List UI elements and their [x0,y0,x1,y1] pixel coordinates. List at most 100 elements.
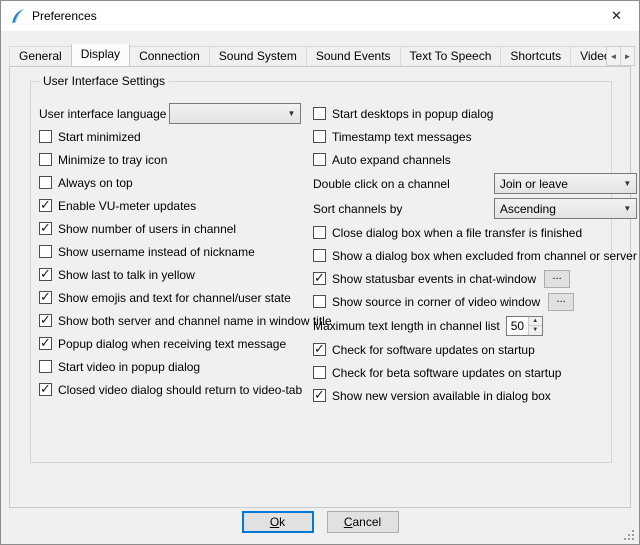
checkbox-show-username[interactable]: Show username instead of nickname [39,240,301,263]
checkbox-timestamp-messages[interactable]: Timestamp text messages [313,125,637,148]
video-source-options-button[interactable]: ... [548,293,574,311]
checkbox-label: Show emojis and text for channel/user st… [58,291,291,305]
checkbox-show-emojis[interactable]: Show emojis and text for channel/user st… [39,286,301,309]
ok-accelerator: O [270,515,279,529]
checkbox[interactable] [313,226,326,239]
checkbox[interactable] [313,153,326,166]
checkbox-start-minimized[interactable]: Start minimized [39,125,301,148]
checkbox[interactable] [313,389,326,402]
checkbox-label: Check for beta software updates on start… [332,366,561,380]
sort-channels-row: Sort channels by Ascending ▼ [313,196,637,221]
checkbox-label: Minimize to tray icon [58,153,167,167]
checkbox-check-updates[interactable]: Check for software updates on startup [313,338,637,361]
right-column: Start desktops in popup dialog Timestamp… [313,102,637,407]
spinner-up-icon[interactable]: ▲ [529,317,542,326]
max-text-length-row: Maximum text length in channel list 50 ▲… [313,313,637,338]
language-row: User interface language ▼ [39,102,301,125]
checkbox-label: Popup dialog when receiving text message [58,337,286,351]
tab-video[interactable]: Video [570,46,611,66]
tab-scroll-left-icon[interactable]: ◄ [606,46,621,66]
tab-shortcuts[interactable]: Shortcuts [500,46,571,66]
checkbox[interactable] [39,360,52,373]
checkbox[interactable] [39,314,52,327]
checkbox[interactable] [39,222,52,235]
checkbox-popup-text-message[interactable]: Popup dialog when receiving text message [39,332,301,355]
tab-sound-system[interactable]: Sound System [209,46,307,66]
checkbox-label: Show number of users in channel [58,222,236,236]
checkbox-label: Show statusbar events in chat-window [332,272,536,286]
checkbox-label: Auto expand channels [332,153,451,167]
checkbox[interactable] [39,245,52,258]
checkbox-start-desktops-popup[interactable]: Start desktops in popup dialog [313,102,637,125]
group-title: User Interface Settings [39,74,169,88]
double-click-label: Double click on a channel [313,177,450,191]
checkbox-new-version-dialog[interactable]: Show new version available in dialog box [313,384,637,407]
tab-display[interactable]: Display [71,44,130,66]
close-button[interactable]: ✕ [594,1,639,31]
checkbox-last-to-talk[interactable]: Show last to talk in yellow [39,263,301,286]
spinner-down-icon[interactable]: ▼ [529,325,542,335]
checkbox-label: Always on top [58,176,133,190]
checkbox-excluded-dialog[interactable]: Show a dialog box when excluded from cha… [313,244,637,267]
max-text-length-value[interactable]: 50 [507,317,528,335]
checkbox-window-title[interactable]: Show both server and channel name in win… [39,309,301,332]
ok-button[interactable]: Ok [242,511,314,533]
checkbox-vu-meter-updates[interactable]: Enable VU-meter updates [39,194,301,217]
double-click-combobox[interactable]: Join or leave ▼ [494,173,637,194]
tab-general[interactable]: General [9,46,72,66]
checkbox[interactable] [313,295,326,308]
checkbox-label: Show source in corner of video window [332,295,540,309]
checkbox[interactable] [39,199,52,212]
statusbar-events-options-button[interactable]: ... [544,270,570,288]
left-column: User interface language ▼ Start minimize… [39,102,301,407]
tab-scroll-right-icon[interactable]: ► [620,46,635,66]
checkbox[interactable] [39,268,52,281]
user-interface-settings-group: User Interface Settings User interface l… [30,81,612,463]
window-title: Preferences [32,9,97,23]
checkbox-label: Show both server and channel name in win… [58,314,332,328]
checkbox[interactable] [313,130,326,143]
language-combobox[interactable]: ▼ [169,103,301,124]
checkbox-check-beta-updates[interactable]: Check for beta software updates on start… [313,361,637,384]
tab-text-to-speech[interactable]: Text To Speech [400,46,502,66]
checkbox-label: Check for software updates on startup [332,343,535,357]
checkbox[interactable] [313,107,326,120]
video-source-row: Show source in corner of video window ..… [313,290,637,313]
double-click-value: Join or leave [500,177,568,191]
double-click-row: Double click on a channel Join or leave … [313,171,637,196]
checkbox-label: Start video in popup dialog [58,360,200,374]
checkbox-start-video-popup[interactable]: Start video in popup dialog [39,355,301,378]
statusbar-events-row: Show statusbar events in chat-window ... [313,267,637,290]
checkbox[interactable] [39,176,52,189]
checkbox[interactable] [313,343,326,356]
sort-channels-combobox[interactable]: Ascending ▼ [494,198,637,219]
checkbox-close-filetransfer-dialog[interactable]: Close dialog box when a file transfer is… [313,221,637,244]
checkbox[interactable] [313,366,326,379]
cancel-label-rest: ancel [352,515,381,529]
checkbox[interactable] [313,272,326,285]
checkbox[interactable] [39,130,52,143]
checkbox[interactable] [313,249,326,262]
tab-sound-events[interactable]: Sound Events [306,46,401,66]
checkbox-label: Show last to talk in yellow [58,268,195,282]
checkbox-show-user-count[interactable]: Show number of users in channel [39,217,301,240]
checkbox[interactable] [39,383,52,396]
sort-channels-label: Sort channels by [313,202,402,216]
resize-grip[interactable] [624,529,635,540]
checkbox[interactable] [39,153,52,166]
checkbox-auto-expand-channels[interactable]: Auto expand channels [313,148,637,171]
tab-connection[interactable]: Connection [129,46,210,66]
chevron-down-icon: ▼ [619,174,636,193]
checkbox-label: Show new version available in dialog box [332,389,551,403]
display-tab-page: User Interface Settings User interface l… [9,66,631,508]
dialog-button-row: Ok Cancel [1,511,639,533]
cancel-button[interactable]: Cancel [327,511,399,533]
checkbox-label: Closed video dialog should return to vid… [58,383,302,397]
max-text-length-spinner[interactable]: 50 ▲ ▼ [506,316,543,336]
checkbox[interactable] [39,337,52,350]
checkbox-minimize-to-tray[interactable]: Minimize to tray icon [39,148,301,171]
checkbox-always-on-top[interactable]: Always on top [39,171,301,194]
checkbox-closed-video-return[interactable]: Closed video dialog should return to vid… [39,378,301,401]
chevron-down-icon: ▼ [283,104,300,123]
checkbox[interactable] [39,291,52,304]
